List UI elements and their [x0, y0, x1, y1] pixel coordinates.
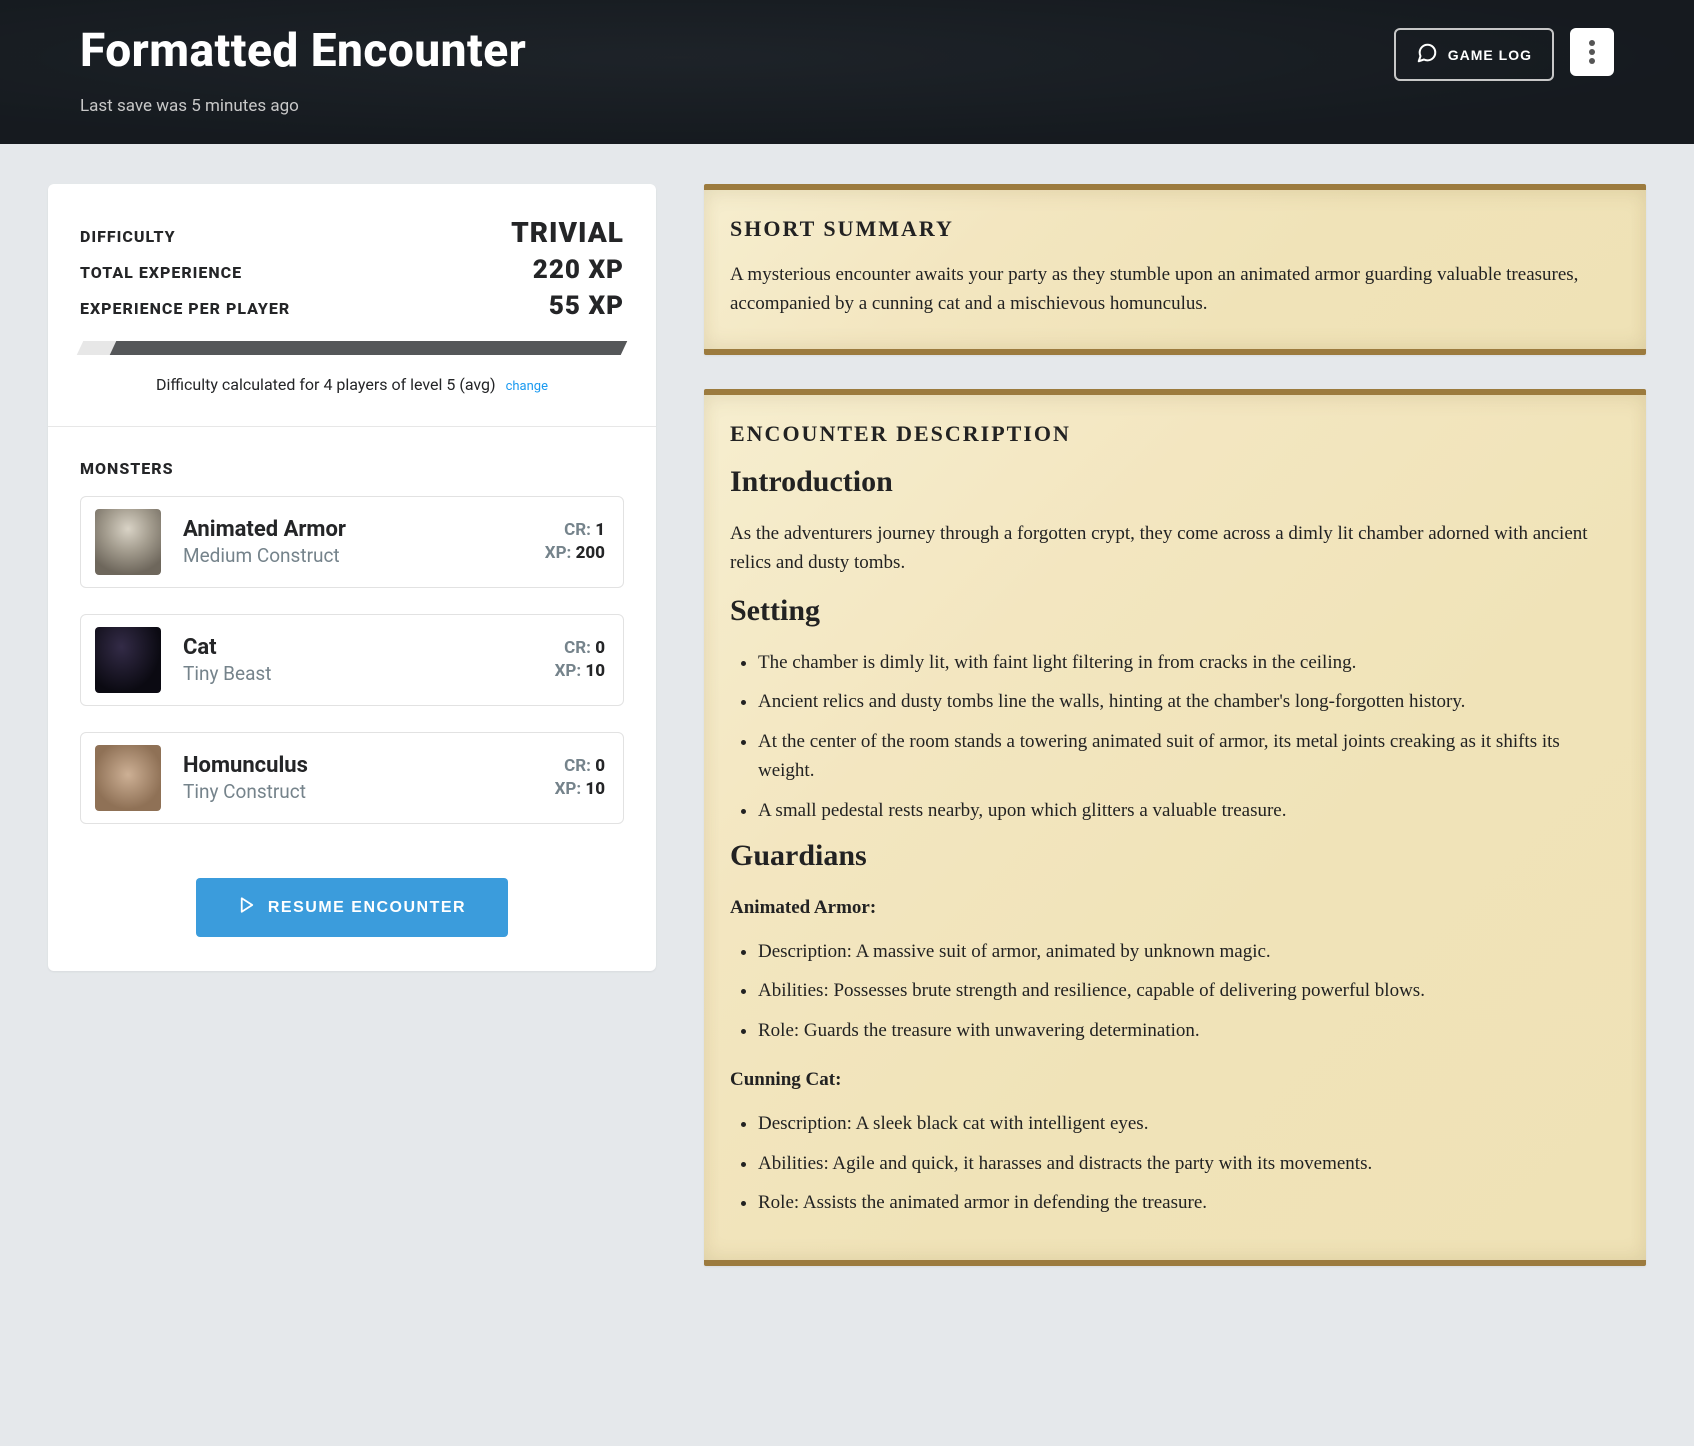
- monster-type: Tiny Beast: [183, 662, 533, 685]
- list-item: Description: A massive suit of armor, an…: [758, 937, 1620, 966]
- list-item: At the center of the room stands a tower…: [758, 727, 1620, 786]
- play-icon: [238, 896, 256, 919]
- list-item: Ancient relics and dusty tombs line the …: [758, 687, 1620, 716]
- list-item: A small pedestal rests nearby, upon whic…: [758, 796, 1620, 825]
- game-log-label: GAME LOG: [1448, 47, 1532, 63]
- last-save-text: Last save was 5 minutes ago: [80, 96, 526, 116]
- encounter-sidebar: DIFFICULTY TRIVIAL TOTAL EXPERIENCE 220 …: [48, 184, 656, 971]
- intro-text: As the adventurers journey through a for…: [730, 519, 1620, 578]
- guardian-name: Cunning Cat:: [730, 1069, 1620, 1091]
- monster-thumbnail: [95, 627, 161, 693]
- list-item: The chamber is dimly lit, with faint lig…: [758, 648, 1620, 677]
- monster-stats: CR: 0 XP: 10: [555, 755, 605, 801]
- encounter-description-heading: ENCOUNTER DESCRIPTION: [730, 421, 1620, 447]
- total-xp-label: TOTAL EXPERIENCE: [80, 263, 242, 282]
- resume-encounter-label: RESUME ENCOUNTER: [268, 899, 466, 917]
- list-item: Abilities: Agile and quick, it harasses …: [758, 1149, 1620, 1178]
- short-summary-text: A mysterious encounter awaits your party…: [730, 260, 1620, 319]
- encounter-description-panel: ENCOUNTER DESCRIPTION Introduction As th…: [704, 389, 1646, 1266]
- difficulty-caption: Difficulty calculated for 4 players of l…: [156, 375, 496, 394]
- guardians-heading: Guardians: [730, 839, 1620, 873]
- monster-card[interactable]: Animated Armor Medium Construct CR: 1 XP…: [80, 496, 624, 588]
- guardian-list: Description: A sleek black cat with inte…: [730, 1109, 1620, 1217]
- more-menu-button[interactable]: [1570, 28, 1614, 76]
- page-title: Formatted Encounter: [80, 24, 526, 78]
- monster-name: Cat: [183, 635, 533, 660]
- monster-card[interactable]: Cat Tiny Beast CR: 0 XP: 10: [80, 614, 624, 706]
- difficulty-label: DIFFICULTY: [80, 227, 176, 246]
- list-item: Description: A sleek black cat with inte…: [758, 1109, 1620, 1138]
- short-summary-panel: SHORT SUMMARY A mysterious encounter awa…: [704, 184, 1646, 355]
- list-item: Role: Assists the animated armor in defe…: [758, 1188, 1620, 1217]
- guardian-name: Animated Armor:: [730, 897, 1620, 919]
- monster-card[interactable]: Homunculus Tiny Construct CR: 0 XP: 10: [80, 732, 624, 824]
- setting-heading: Setting: [730, 594, 1620, 628]
- difficulty-progress-bar: [80, 341, 624, 355]
- monster-name: Animated Armor: [183, 517, 523, 542]
- xp-per-player-label: EXPERIENCE PER PLAYER: [80, 299, 290, 318]
- list-item: Role: Guards the treasure with unwaverin…: [758, 1016, 1620, 1045]
- hero-banner: Formatted Encounter Last save was 5 minu…: [0, 0, 1694, 144]
- game-log-button[interactable]: GAME LOG: [1394, 28, 1554, 81]
- encounter-main: SHORT SUMMARY A mysterious encounter awa…: [704, 184, 1646, 1266]
- setting-list: The chamber is dimly lit, with faint lig…: [730, 648, 1620, 825]
- kebab-icon: [1589, 49, 1595, 55]
- monster-stats: CR: 0 XP: 10: [555, 637, 605, 683]
- guardian-list: Description: A massive suit of armor, an…: [730, 937, 1620, 1045]
- xp-per-player-value: 55 XP: [549, 291, 624, 321]
- monster-type: Tiny Construct: [183, 780, 533, 803]
- monster-type: Medium Construct: [183, 544, 523, 567]
- monster-thumbnail: [95, 509, 161, 575]
- difficulty-value: TRIVIAL: [511, 216, 624, 249]
- resume-encounter-button[interactable]: RESUME ENCOUNTER: [196, 878, 508, 937]
- total-xp-value: 220 XP: [533, 255, 624, 285]
- change-link[interactable]: change: [506, 379, 548, 394]
- monster-stats: CR: 1 XP: 200: [545, 519, 605, 565]
- short-summary-heading: SHORT SUMMARY: [730, 216, 1620, 242]
- chat-icon: [1416, 42, 1438, 67]
- list-item: Abilities: Possesses brute strength and …: [758, 976, 1620, 1005]
- monsters-heading: MONSTERS: [80, 459, 624, 478]
- intro-heading: Introduction: [730, 465, 1620, 499]
- monster-name: Homunculus: [183, 753, 533, 778]
- monster-thumbnail: [95, 745, 161, 811]
